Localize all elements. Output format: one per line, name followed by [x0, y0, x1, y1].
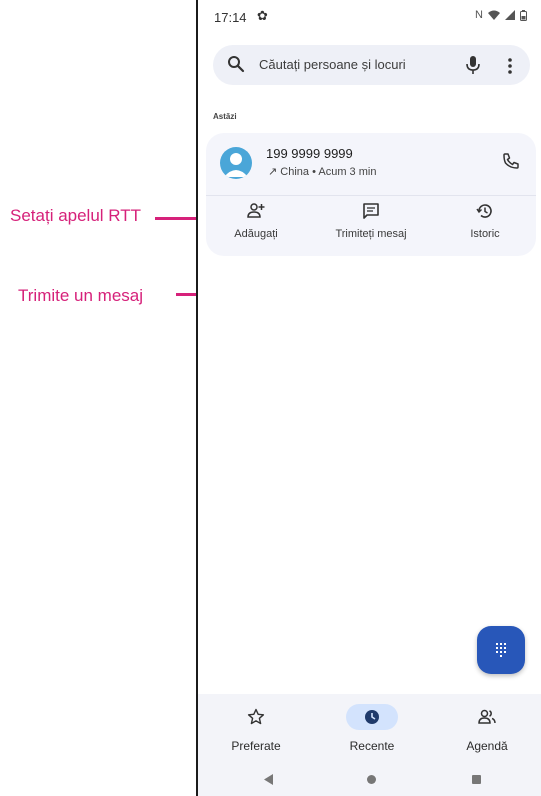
nav-label: Recente [349, 739, 395, 753]
search-bar[interactable]: Căutați persoane și locuri [213, 45, 530, 85]
nav-item-favorites[interactable]: Preferate [206, 704, 306, 753]
system-nav-bar [198, 764, 541, 796]
call-log-entry[interactable]: 199 9999 9999 ↗ China • Acum 3 min Adăug… [206, 133, 536, 256]
status-bar: 17:14 ✿ N [198, 0, 541, 36]
avatar[interactable] [220, 147, 252, 179]
call-detail: ↗ China • Acum 3 min [268, 166, 377, 178]
history-button[interactable]: Istoric [435, 202, 535, 240]
card-divider [206, 195, 536, 196]
nav-item-recents[interactable]: Recente [322, 704, 422, 753]
nfc-icon: N [475, 9, 483, 21]
person-icon [224, 153, 248, 177]
nav-icon-wrap [461, 704, 513, 730]
message-icon [363, 203, 379, 219]
battery-icon [520, 9, 527, 21]
callout-message-label: Trimite un mesaj [18, 286, 144, 305]
callout-rtt-label: Setați apelul RTT [10, 206, 142, 225]
contacts-icon [478, 709, 496, 724]
back-icon[interactable] [264, 774, 274, 785]
nav-item-contacts[interactable]: Agendă [437, 704, 537, 753]
nav-icon-wrap-active [346, 704, 398, 730]
phone-call-icon[interactable] [501, 151, 521, 171]
recents-icon[interactable] [472, 775, 481, 784]
action-label: Trimiteți mesaj [335, 228, 407, 240]
section-label: Astăzi [213, 112, 237, 121]
action-label: Istoric [470, 228, 500, 240]
home-icon[interactable] [367, 775, 376, 784]
action-label: Adăugați [234, 228, 278, 240]
call-number: 199 9999 9999 [266, 146, 353, 161]
gear-icon: ✿ [257, 8, 268, 23]
send-message-button[interactable]: Trimiteți mesaj [321, 202, 421, 240]
add-contact-icon [247, 203, 265, 218]
star-icon [247, 708, 265, 725]
nav-icon-wrap [230, 704, 282, 730]
bottom-nav: Preferate Recente Agendă [198, 694, 541, 764]
wifi-icon [488, 10, 500, 20]
mic-icon[interactable] [465, 55, 481, 75]
phone-screen: 17:14 ✿ N Căutați persoane și locuri Ast… [196, 0, 541, 796]
search-input[interactable]: Căutați persoane și locuri [259, 57, 406, 72]
status-time: 17:14 [214, 10, 247, 25]
nav-label: Preferate [231, 739, 281, 753]
add-contact-button[interactable]: Adăugați [206, 202, 306, 240]
status-icons: N [475, 9, 527, 21]
dialpad-button[interactable] [477, 626, 525, 674]
more-options-icon[interactable] [507, 56, 513, 76]
search-icon[interactable] [227, 55, 245, 73]
signal-icon [505, 10, 515, 20]
history-icon [476, 204, 492, 218]
dialpad-icon [496, 643, 506, 657]
clock-icon [365, 710, 379, 724]
nav-label: Agendă [466, 739, 508, 753]
